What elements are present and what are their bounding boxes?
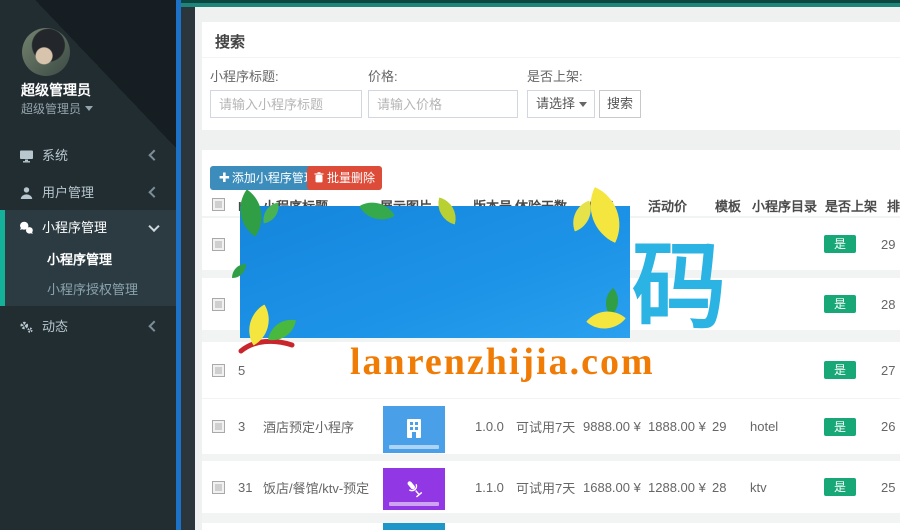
top-accent-bar <box>181 0 900 7</box>
cell-sort: 26 <box>881 399 895 454</box>
header-directory: 小程序目录 <box>752 196 817 218</box>
building-icon <box>403 418 425 442</box>
cell-directory: hotel <box>750 399 778 454</box>
sidebar-edge-strip <box>181 0 195 530</box>
thumbnail-caption <box>389 502 439 506</box>
leaf-icon <box>261 203 282 224</box>
field-price-label: 价格: <box>368 66 518 85</box>
sidebar-item-user-management[interactable]: 用户管理 <box>0 176 176 210</box>
avatar <box>22 28 70 76</box>
chevron-left-icon <box>148 187 159 198</box>
row-checkbox[interactable] <box>212 481 225 494</box>
search-panel: 搜索 小程序标题: 价格: 是否上架: 请选择搜索 <box>202 22 900 130</box>
listed-badge: 是 <box>824 361 856 379</box>
cell-trial-days: 可试用7天 <box>516 399 575 454</box>
field-listed: 是否上架: 请选择搜索 <box>527 66 641 118</box>
listed-badge: 是 <box>824 478 856 496</box>
cell-activity-price: 1888.00 ¥ <box>648 399 706 454</box>
field-title: 小程序标题: <box>210 66 362 118</box>
row-checkbox[interactable] <box>212 364 225 377</box>
price-input[interactable] <box>368 90 518 118</box>
listed-badge: 是 <box>824 295 856 313</box>
cell-sort: 27 <box>881 342 895 398</box>
user-role-dropdown[interactable]: 超级管理员 <box>21 100 93 117</box>
listed-badge: 是 <box>824 418 856 436</box>
admin-page: 超级管理员 超级管理员 系统 用户管理 小程序管理 小程序管理 <box>0 0 900 530</box>
header-template: 模板 <box>715 196 741 218</box>
listed-badge: 是 <box>824 235 856 253</box>
microphone-icon <box>399 474 430 505</box>
hotel-thumbnail <box>383 406 445 453</box>
sidebar-item-system[interactable]: 系统 <box>0 139 176 173</box>
cell-activity-price: 1288.00 ¥ <box>648 461 706 513</box>
chevron-left-icon <box>148 150 159 161</box>
sidebar-item-miniprogram-management[interactable]: 小程序管理 <box>0 210 176 246</box>
thumbnail-caption <box>389 445 439 449</box>
field-price: 价格: <box>368 66 518 118</box>
cell-sort: 29 <box>881 218 895 270</box>
sidebar-subitem-miniprogram-management[interactable]: 小程序管理 <box>0 246 176 274</box>
header-sort: 排序 <box>887 196 900 218</box>
sidebar-item-dynamic[interactable]: 动态 <box>0 310 176 344</box>
row-checkbox[interactable] <box>212 238 225 251</box>
cell-sort: 28 <box>881 278 895 330</box>
cell-price: 9888.00 ¥ <box>583 399 641 454</box>
thumbnail-partial <box>383 523 445 530</box>
miniprogram-title-input[interactable] <box>210 90 362 118</box>
cell-sort: 25 <box>881 461 895 513</box>
caret-down-icon <box>85 106 93 111</box>
trash-icon <box>314 172 324 183</box>
batch-delete-button[interactable]: 批量删除 <box>307 166 382 190</box>
sidebar-subitem-miniprogram-auth-management[interactable]: 小程序授权管理 <box>0 276 176 304</box>
cell-price: 1688.00 ¥ <box>583 461 641 513</box>
chevron-down-icon <box>148 221 159 232</box>
user-name: 超级管理员 <box>21 80 91 100</box>
listed-select[interactable]: 请选择 <box>527 90 595 118</box>
table-row: 31 饭店/餐馆/ktv-预定 1.1.0 可试用7天 1688.00 ¥ 12… <box>202 461 900 513</box>
row-checkbox[interactable] <box>212 298 225 311</box>
chat-bubbles-icon <box>19 221 34 236</box>
cell-directory: ktv <box>750 461 767 513</box>
plus-icon: ✚ <box>219 170 230 185</box>
field-listed-label: 是否上架: <box>527 66 641 85</box>
cell-template: 29 <box>712 399 726 454</box>
header-activity-price: 活动价 <box>648 196 687 218</box>
select-all-checkbox[interactable] <box>212 198 225 211</box>
chevron-left-icon <box>148 321 159 332</box>
watermark-big-char: 码 <box>632 240 726 334</box>
cell-id: 31 <box>238 461 252 513</box>
search-button[interactable]: 搜索 <box>599 90 641 118</box>
cell-trial-days: 可试用7天 <box>516 461 575 513</box>
cell-template: 28 <box>712 461 726 513</box>
table-row-partial <box>202 523 900 530</box>
cell-id: 3 <box>238 399 245 454</box>
ktv-thumbnail <box>383 468 445 510</box>
cell-version: 1.0.0 <box>475 399 504 454</box>
search-panel-title: 搜索 <box>215 31 245 52</box>
watermark-banner <box>240 206 630 338</box>
monitor-icon <box>19 149 34 164</box>
header-listed: 是否上架 <box>825 196 877 218</box>
select-caret-icon <box>579 102 587 107</box>
watermark-site-text: lanrenzhijia.com <box>350 340 655 384</box>
field-title-label: 小程序标题: <box>210 66 362 85</box>
cell-version: 1.1.0 <box>475 461 504 513</box>
divider <box>202 57 900 58</box>
user-icon <box>19 186 34 201</box>
table-row: 3 酒店预定小程序 1.0.0 可试用7天 9888.00 ¥ 1888.00 … <box>202 399 900 454</box>
cell-title: 饭店/餐馆/ktv-预定 <box>263 461 369 513</box>
row-checkbox[interactable] <box>212 420 225 433</box>
cell-title: 酒店预定小程序 <box>263 399 354 454</box>
gears-icon <box>19 320 34 335</box>
sidebar: 超级管理员 超级管理员 系统 用户管理 小程序管理 小程序管理 <box>0 0 176 530</box>
